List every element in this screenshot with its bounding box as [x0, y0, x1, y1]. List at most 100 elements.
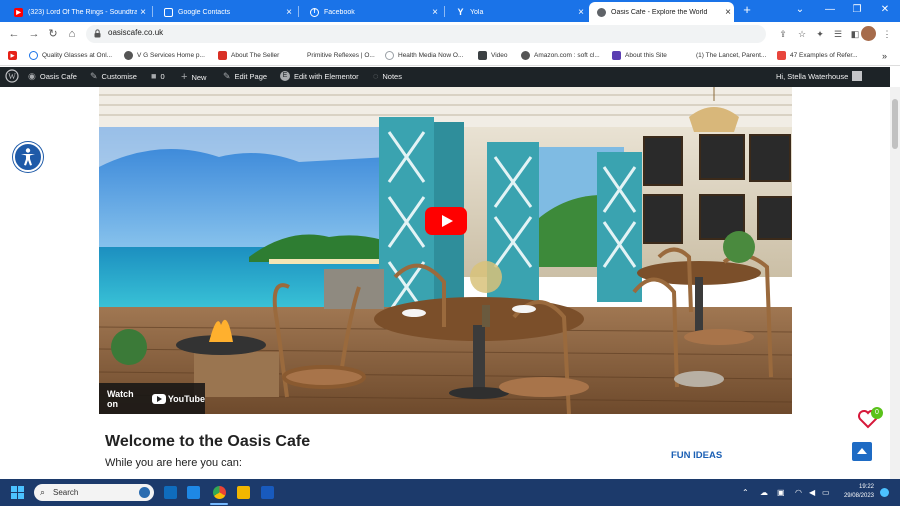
forward-icon[interactable]: →: [26, 26, 42, 42]
wp-notes[interactable]: ◌ Notes: [373, 71, 402, 81]
page-icon: [683, 51, 692, 60]
page-scrollbar[interactable]: [890, 87, 900, 479]
youtube-icon: ▶: [8, 51, 17, 60]
bookmark-about-this-site[interactable]: About this Site: [612, 51, 667, 60]
windows-start-icon[interactable]: [11, 486, 24, 499]
menu-kebab-icon[interactable]: ⋮: [880, 27, 894, 41]
tab-youtube[interactable]: ▶ (323) Lord Of The Rings - Soundtra ×: [6, 2, 149, 22]
scroll-to-top-button[interactable]: [852, 442, 872, 461]
bookmark-quality-glasses[interactable]: Quality Glasses at Onl...: [29, 51, 112, 60]
extensions-icon[interactable]: ✦: [813, 27, 827, 41]
yola-icon: Y: [457, 7, 464, 17]
watch-on-youtube-button[interactable]: Watch on YouTube: [99, 383, 205, 414]
notification-icon[interactable]: [880, 488, 889, 497]
active-app-indicator: [210, 503, 228, 505]
wp-comments[interactable]: ■ 0: [151, 71, 165, 81]
restore-icon[interactable]: ❐: [842, 2, 872, 18]
bookmark-video[interactable]: Video: [478, 51, 508, 60]
facebook-icon: f: [310, 7, 319, 17]
plus-icon: +: [181, 71, 188, 83]
minimize-icon[interactable]: —: [815, 2, 845, 18]
svg-text:W: W: [8, 72, 16, 81]
bookmarks-bar: ▶ Quality Glasses at Onl... V G Services…: [0, 46, 900, 66]
mail-app-icon[interactable]: [164, 486, 177, 499]
show-hidden-icons[interactable]: ⌃: [742, 488, 749, 497]
taskbar-search-field[interactable]: ⌕ Search: [34, 484, 154, 501]
bookmark-47-examples[interactable]: 47 Examples of Refer...: [777, 51, 858, 60]
close-tab-icon[interactable]: ×: [137, 7, 149, 18]
wp-edit-page[interactable]: ✎ Edit Page: [223, 71, 267, 82]
speech-bubble-icon: ◌: [373, 71, 379, 81]
favourites-count-badge: 0: [871, 407, 883, 419]
home-icon[interactable]: ⌂: [64, 26, 80, 42]
close-tab-icon[interactable]: ×: [283, 7, 295, 18]
file-explorer-app-icon[interactable]: [237, 486, 250, 499]
wp-edit-with-elementor[interactable]: E Edit with Elementor: [280, 71, 359, 81]
tab-facebook[interactable]: f Facebook ×: [302, 2, 441, 22]
close-tab-icon[interactable]: ×: [429, 7, 441, 18]
skype-app-icon[interactable]: [187, 486, 200, 499]
page-heading: Welcome to the Oasis Cafe: [105, 433, 311, 450]
tab-yola[interactable]: Y Yola ×: [448, 2, 587, 22]
word-app-icon[interactable]: [261, 486, 274, 499]
wp-customise[interactable]: ✎ Customise: [90, 71, 137, 82]
bookmark-health-media[interactable]: Health Media Now O...: [385, 51, 463, 60]
globe-icon: [385, 51, 394, 60]
wordpress-logo-icon[interactable]: W: [5, 69, 19, 83]
globe-icon: [597, 7, 606, 17]
globe-icon: [29, 51, 38, 60]
play-button[interactable]: [425, 207, 467, 235]
side-panel-icon[interactable]: ◧: [848, 27, 862, 41]
bookmark-vg-services[interactable]: V G Services Home p...: [124, 51, 205, 60]
bing-icon: [139, 487, 150, 498]
windows-taskbar: ⌕ Search ⌃ ☁ ▣ ◠ ◀ ▭ 19:22 29/08/2023: [0, 479, 900, 506]
onedrive-icon[interactable]: ☁: [760, 488, 768, 497]
elementor-icon: E: [280, 71, 290, 81]
taskbar-clock[interactable]: 19:22 29/08/2023: [834, 483, 874, 501]
more-bookmarks-icon[interactable]: »: [882, 51, 887, 61]
chrome-app-icon[interactable]: [213, 486, 226, 499]
intro-text: While you are here you can:: [105, 457, 242, 469]
close-tab-icon[interactable]: ×: [722, 7, 734, 18]
page-content: Watch on YouTube Welcome to the Oasis Ca…: [0, 87, 890, 479]
wp-new[interactable]: + New: [181, 71, 206, 83]
youtube-video-embed[interactable]: Watch on YouTube: [99, 87, 792, 414]
address-bar-row: ← → ↻ ⌂ oasiscafe.co.uk ⇪ ☆ ✦ ☰ ◧ ⋮: [0, 22, 900, 46]
fun-ideas-link[interactable]: FUN IDEAS: [671, 450, 722, 461]
wp-user-greeting[interactable]: Hi, Stella Waterhouse: [776, 71, 863, 81]
wifi-icon[interactable]: ◠: [795, 488, 802, 497]
search-icon: ⌕: [40, 487, 46, 497]
wp-site-name[interactable]: ◉ Oasis Cafe: [28, 71, 77, 82]
bookmark-about-the-seller[interactable]: About The Seller: [218, 51, 279, 60]
scrollbar-thumb[interactable]: [892, 99, 898, 149]
pencil-icon: ✎: [223, 71, 231, 81]
wp-admin-bar: W ◉ Oasis Cafe ✎ Customise ■ 0 + New ✎ E…: [0, 67, 890, 87]
accessibility-icon: [21, 148, 35, 166]
tab-search-icon[interactable]: ⌄: [788, 2, 812, 18]
back-icon[interactable]: ←: [6, 26, 22, 42]
battery-icon[interactable]: ▭: [822, 488, 830, 497]
reading-list-icon[interactable]: ☰: [831, 27, 845, 41]
bookmark-primitive-reflexes[interactable]: Primitive Reflexes | O...: [294, 51, 375, 60]
brush-icon: ✎: [90, 71, 98, 81]
youtube-icon: ▶: [14, 7, 23, 17]
bookmark-star-icon[interactable]: ☆: [795, 27, 809, 41]
bookmark-youtube[interactable]: ▶: [8, 51, 21, 60]
close-window-icon[interactable]: ✕: [870, 2, 900, 18]
close-tab-icon[interactable]: ×: [575, 7, 587, 18]
share-icon[interactable]: ⇪: [776, 27, 790, 41]
url-field[interactable]: oasiscafe.co.uk: [86, 25, 766, 43]
new-tab-button[interactable]: +: [737, 2, 757, 18]
browser-tab-bar: ▶ (323) Lord Of The Rings - Soundtra × G…: [0, 0, 900, 22]
accessibility-button[interactable]: [13, 142, 43, 172]
profile-avatar[interactable]: [861, 26, 876, 41]
tab-google-contacts[interactable]: Google Contacts ×: [156, 2, 295, 22]
tab-oasis-cafe[interactable]: Oasis Cafe - Explore the World ×: [589, 2, 734, 22]
reload-icon[interactable]: ↻: [45, 26, 61, 42]
bookmark-amazon[interactable]: Amazon.com : soft cl...: [521, 51, 600, 60]
tab-divider: [444, 6, 445, 17]
grid-icon: [478, 51, 487, 60]
speaker-icon[interactable]: ◀: [809, 488, 815, 497]
bookmark-the-lancet[interactable]: (1) The Lancet, Parent...: [683, 51, 766, 60]
photos-tray-icon[interactable]: ▣: [777, 488, 785, 497]
